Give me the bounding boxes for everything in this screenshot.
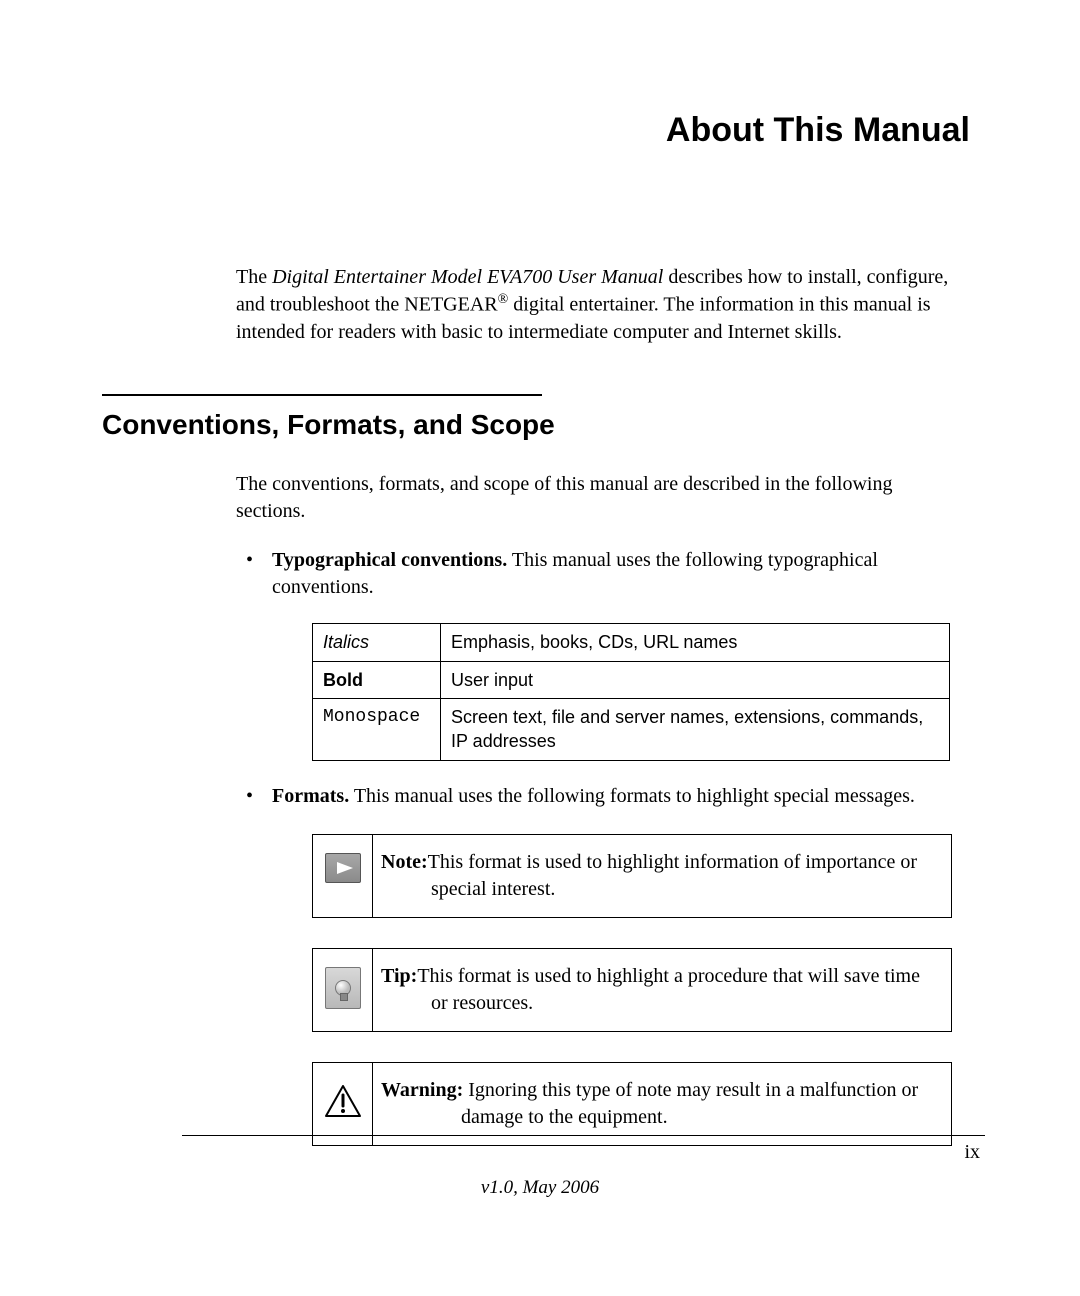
table-row: Monospace Screen text, file and server n…: [313, 698, 950, 760]
note-icon-cell: [313, 834, 373, 917]
intro-pre: The: [236, 266, 272, 288]
callout-lead: Note:: [381, 851, 428, 873]
convention-name: Bold: [313, 661, 441, 698]
tip-text-cell: Tip:This format is used to highlight a p…: [373, 948, 952, 1031]
callout-line1: This format is used to highlight a proce…: [417, 965, 920, 987]
note-arrow-icon: [325, 853, 361, 883]
callout-line1: Ignoring this type of note may result in…: [463, 1079, 918, 1101]
convention-name: Italics: [313, 624, 441, 661]
convention-desc: Emphasis, books, CDs, URL names: [441, 624, 950, 661]
convention-desc: Screen text, file and server names, exte…: [441, 698, 950, 760]
footer-version: v1.0, May 2006: [100, 1175, 980, 1201]
intro-paragraph: The Digital Entertainer Model EVA700 Use…: [236, 264, 962, 346]
bullet-text: This manual uses the following formats t…: [349, 785, 915, 807]
warning-callout: Warning: Ignoring this type of note may …: [312, 1062, 952, 1146]
footer-divider: [182, 1135, 985, 1136]
table-row: Bold User input: [313, 661, 950, 698]
bullet-lead: Formats.: [272, 785, 349, 807]
bullet-typographical: Typographical conventions. This manual u…: [236, 547, 962, 760]
page-title: About This Manual: [100, 108, 970, 154]
conventions-bullet-list: Typographical conventions. This manual u…: [236, 547, 962, 1145]
tip-bulb-icon: [325, 967, 361, 1009]
callout-line2: special interest.: [431, 876, 941, 903]
tip-callout: Tip:This format is used to highlight a p…: [312, 948, 952, 1032]
warning-triangle-icon: [323, 1081, 363, 1121]
registered-mark: ®: [498, 292, 509, 307]
bullet-formats: Formats. This manual uses the following …: [236, 783, 962, 1146]
page-number: ix: [964, 1139, 980, 1166]
callout-lead: Warning:: [381, 1079, 463, 1101]
intro-italic-title: Digital Entertainer Model EVA700 User Ma…: [272, 266, 663, 288]
section-divider: [102, 394, 542, 396]
section-heading-conventions: Conventions, Formats, and Scope: [102, 406, 980, 444]
warning-icon-cell: [313, 1062, 373, 1145]
callout-lead: Tip:: [381, 965, 417, 987]
bullet-lead: Typographical conventions.: [272, 549, 507, 571]
note-callout: Note:This format is used to highlight in…: [312, 834, 952, 918]
callout-line1: This format is used to highlight informa…: [428, 851, 917, 873]
table-row: Italics Emphasis, books, CDs, URL names: [313, 624, 950, 661]
convention-name: Monospace: [313, 698, 441, 760]
tip-icon-cell: [313, 948, 373, 1031]
callout-line2: or resources.: [431, 990, 941, 1017]
note-text-cell: Note:This format is used to highlight in…: [373, 834, 952, 917]
callouts-group: Note:This format is used to highlight in…: [312, 834, 962, 1146]
section-intro-paragraph: The conventions, formats, and scope of t…: [236, 471, 962, 525]
warning-text-cell: Warning: Ignoring this type of note may …: [373, 1062, 952, 1145]
callout-line2: damage to the equipment.: [461, 1104, 941, 1131]
convention-desc: User input: [441, 661, 950, 698]
typographical-conventions-table: Italics Emphasis, books, CDs, URL names …: [312, 623, 950, 760]
